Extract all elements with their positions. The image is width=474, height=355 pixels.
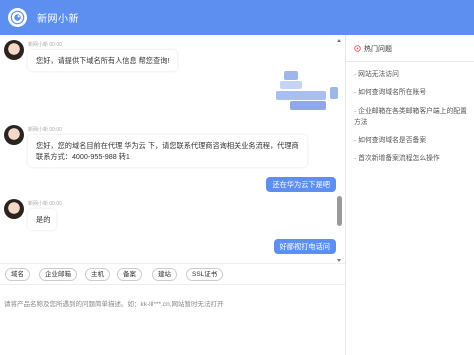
agent-avatar <box>4 40 24 60</box>
message-meta: 新网小新 00:00 <box>28 42 62 48</box>
fire-icon <box>354 45 361 52</box>
quick-tag-ssl[interactable]: SSL证书 <box>186 268 224 281</box>
message-meta: 新网小新 00:00 <box>28 201 62 207</box>
redacted-block <box>330 87 338 99</box>
agent-avatar <box>4 125 24 145</box>
quick-tag-filing[interactable]: 备案 <box>117 268 142 281</box>
message-bubble: 您好，请提供下域名所有人信息 帮您查询! <box>28 50 178 71</box>
message-user: 还在华为云下是吧 <box>266 177 336 192</box>
message-user-redacted <box>270 67 340 117</box>
chat-scrollbar-thumb[interactable] <box>337 196 342 226</box>
message-input[interactable]: 请将产品名称及您所遇到的问题简单描述。如：kk-lll***.cn,网站暂时无法… <box>0 286 345 355</box>
scroll-up-arrow-icon[interactable] <box>337 39 341 42</box>
redacted-block <box>280 81 302 89</box>
faq-header: 热门问题 <box>346 35 474 62</box>
quick-tag-host[interactable]: 主机 <box>85 268 110 281</box>
app-header: 新网小新 <box>0 0 474 35</box>
message-agent: 新网小新 00:00 是的 <box>4 199 124 233</box>
input-placeholder: 请将产品名称及您所遇到的问题简单描述。如：kk-lll***.cn,网站暂时无法… <box>4 301 224 308</box>
faq-item[interactable]: - 企业邮箱在各类邮箱客户端上的配置方法 <box>354 106 472 128</box>
quick-tag-site-building[interactable]: 建站 <box>152 268 177 281</box>
faq-item[interactable]: - 网站无法访问 <box>354 69 472 80</box>
agent-avatar <box>4 199 24 219</box>
message-agent: 新网小新 00:00 您好，您的域名目前在代理 华为云 下，请您联系代理商咨询相… <box>4 125 336 167</box>
quick-topic-bar: 域名 企业邮箱 主机 备案 建站 SSL证书 <box>0 263 345 285</box>
scroll-down-arrow-icon[interactable] <box>337 259 341 262</box>
message-line: 您好，您的域名目前在代理 华为云 下，请您联系代理商咨询相关业务流程，代理商 <box>36 141 299 150</box>
redacted-block <box>290 101 326 110</box>
redacted-block <box>284 71 298 80</box>
message-bubble: 您好，您的域名目前在代理 华为云 下，请您联系代理商咨询相关业务流程，代理商 联… <box>28 135 307 167</box>
redacted-block <box>276 91 326 100</box>
message-line: 联系方式：4000-955-988 转1 <box>36 152 130 161</box>
faq-title: 热门问题 <box>364 46 392 53</box>
faq-panel: 热门问题 - 网站无法访问 - 如何查询域名所在账号 - 企业邮箱在各类邮箱客户… <box>345 35 474 355</box>
chat-history[interactable]: 新网小新 00:00 您好，请提供下域名所有人信息 帮您查询! 新网小新 00:… <box>0 35 345 263</box>
faq-item[interactable]: - 如何查询域名所在账号 <box>354 87 472 98</box>
faq-item[interactable]: - 如何查询域名是否备案 <box>354 135 472 146</box>
message-bubble: 是的 <box>28 209 57 230</box>
message-meta: 新网小新 00:00 <box>28 127 62 133</box>
logo-icon <box>8 8 27 27</box>
quick-tag-domain[interactable]: 域名 <box>5 268 30 281</box>
quick-tag-enterprise-mail[interactable]: 企业邮箱 <box>39 268 77 281</box>
faq-item[interactable]: - 首次新增备案流程怎么操作 <box>354 153 472 164</box>
app-title: 新网小新 <box>37 14 79 25</box>
message-user: 好鄙视打电话问 <box>273 239 336 254</box>
